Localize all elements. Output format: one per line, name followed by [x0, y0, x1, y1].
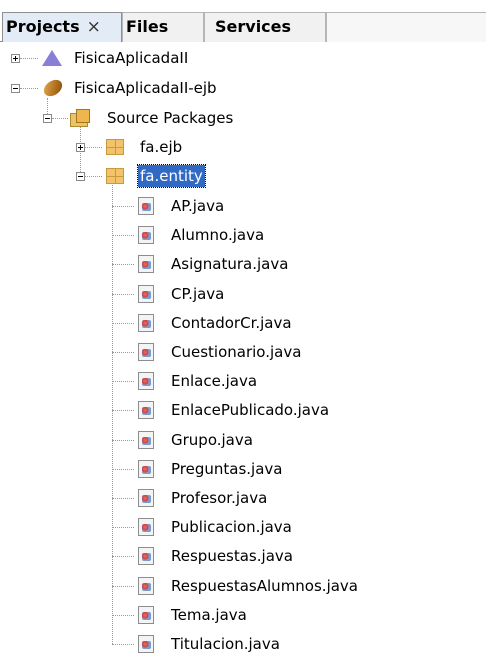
tree-node-label: fa.ejb [140, 138, 183, 156]
tree-node-java-file[interactable]: RespuestasAlumnos.java [0, 574, 486, 598]
tree-node-java-file[interactable]: Alumno.java [0, 223, 486, 247]
tree-node-label: Enlace.java [171, 372, 258, 391]
tab-bar: Projects × Files Services [0, 0, 486, 42]
tree-node-label: FisicaAplicadaII-ejb [74, 79, 217, 97]
java-file-icon [138, 284, 154, 303]
tree-node-label: Cuestionario.java [171, 343, 302, 361]
tab-projects[interactable]: Projects × [2, 12, 122, 42]
tab-projects-label: Projects [6, 17, 80, 36]
tree-node-label: Publicacion.java [171, 518, 292, 537]
java-file-icon [138, 343, 154, 361]
tree-node-label-selected: fa.entity [137, 164, 206, 188]
ejb-project-icon [40, 76, 66, 100]
web-project-icon [42, 50, 62, 66]
java-file-icon [138, 518, 154, 537]
source-packages-icon [70, 109, 92, 127]
tree-node-java-file[interactable]: ContadorCr.java [0, 311, 486, 335]
java-file-icon [138, 401, 154, 420]
tab-services-label: Services [215, 17, 292, 36]
tree-node-java-file[interactable]: Preguntas.java [0, 457, 486, 481]
collapse-icon[interactable] [76, 172, 85, 181]
java-file-icon [138, 605, 154, 624]
tree-node-java-file[interactable]: Cuestionario.java [0, 340, 486, 364]
tree-node-label: Source Packages [107, 109, 234, 127]
tree-node-java-file[interactable]: Publicacion.java [0, 515, 486, 539]
tree-node-label: FisicaAplicadaII [74, 49, 189, 67]
tree-node-label: EnlacePublicado.java [171, 401, 330, 420]
collapse-icon[interactable] [43, 114, 52, 123]
tree-node-source-packages[interactable]: Source Packages [0, 106, 486, 130]
java-file-icon [138, 547, 154, 566]
tree-node-label: Grupo.java [171, 430, 253, 449]
java-file-icon [138, 576, 154, 595]
java-file-icon [138, 226, 154, 245]
tree-node-java-file[interactable]: AP.java [0, 194, 486, 218]
tree-node-project2[interactable]: FisicaAplicadaII-ejb [0, 76, 486, 100]
tree-node-project1[interactable]: FisicaAplicadaII [0, 46, 486, 70]
tree-node-java-file[interactable]: Respuestas.java [0, 544, 486, 568]
close-icon[interactable]: × [87, 17, 101, 37]
expand-icon[interactable] [76, 143, 85, 152]
package-icon [106, 139, 124, 155]
tree-node-java-file[interactable]: Titulacion.java [0, 632, 486, 656]
java-file-icon [138, 459, 154, 478]
java-file-icon [138, 255, 154, 274]
tree-node-java-file[interactable]: Enlace.java [0, 369, 486, 393]
collapse-icon[interactable] [11, 84, 20, 93]
tree-node-label: Asignatura.java [171, 255, 289, 274]
java-file-icon [138, 430, 154, 449]
java-file-icon [138, 489, 154, 507]
tree-node-pkg-fa-ejb[interactable]: fa.ejb [0, 135, 486, 159]
tree-node-label: CP.java [171, 284, 225, 303]
tree-node-label: Tema.java [171, 605, 247, 624]
java-file-icon [138, 635, 154, 653]
tree-node-label: AP.java [171, 197, 225, 215]
tree-node-label: Preguntas.java [171, 459, 283, 478]
tab-services[interactable]: Services [204, 12, 326, 42]
java-file-icon [138, 197, 154, 215]
tree-node-java-file[interactable]: Profesor.java [0, 486, 486, 510]
tree-node-java-file[interactable]: EnlacePublicado.java [0, 398, 486, 422]
tree-node-label: RespuestasAlumnos.java [171, 576, 358, 595]
tree-node-java-file[interactable]: Grupo.java [0, 428, 486, 452]
tree-node-label: Respuestas.java [171, 547, 293, 566]
java-file-icon [138, 313, 154, 332]
tab-files[interactable]: Files [122, 12, 204, 42]
tree-node-label: Profesor.java [171, 489, 268, 507]
tree-node-pkg-fa-entity[interactable]: fa.entity [0, 164, 486, 188]
tree-node-label: Alumno.java [171, 226, 265, 245]
tab-bar-filler [326, 12, 486, 42]
tree-node-label: ContadorCr.java [171, 313, 292, 332]
package-icon [106, 168, 124, 184]
tree-node-java-file[interactable]: CP.java [0, 282, 486, 306]
tab-files-label: Files [126, 17, 169, 36]
tree-node-label: Titulacion.java [171, 635, 280, 653]
java-file-icon [138, 372, 154, 391]
tree-node-java-file[interactable]: Asignatura.java [0, 252, 486, 276]
tree-node-java-file[interactable]: Tema.java [0, 603, 486, 627]
expand-icon[interactable] [11, 54, 20, 63]
